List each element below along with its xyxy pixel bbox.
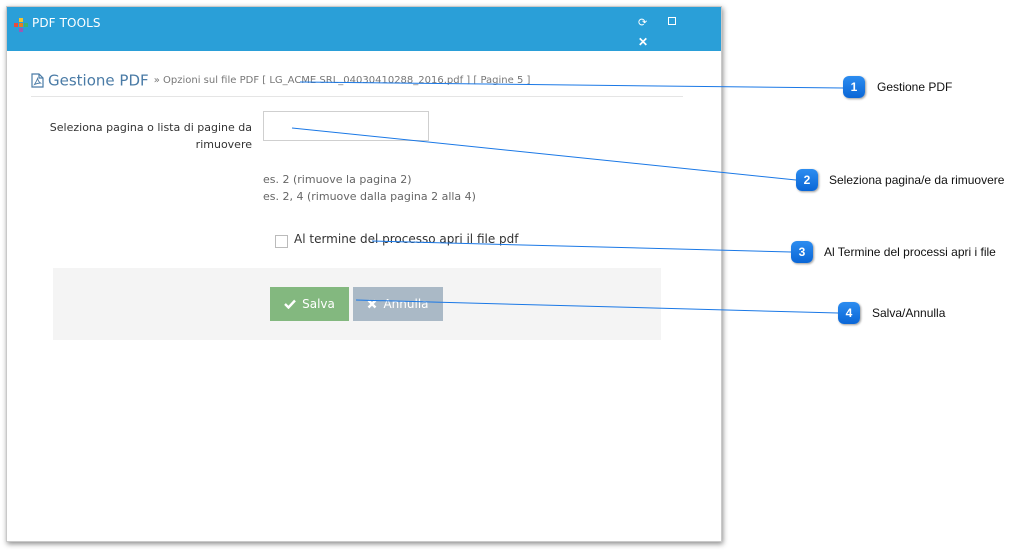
close-icon[interactable]: ✕ xyxy=(638,36,648,48)
maximize-icon[interactable] xyxy=(668,17,676,25)
pages-help-text: es. 2 (rimuove la pagina 2) es. 2, 4 (ri… xyxy=(263,171,476,205)
x-icon xyxy=(368,299,377,309)
pages-field-label: Seleziona pagina o lista di pagine da ri… xyxy=(49,121,252,151)
save-button-label: Salva xyxy=(302,297,335,311)
help-example-2: es. 2, 4 (rimuove dalla pagina 2 alla 4) xyxy=(263,190,476,203)
cancel-button-label: Annulla xyxy=(383,297,429,311)
page-title: Gestione PDF xyxy=(48,71,149,90)
callout-badge-4: 4 xyxy=(838,302,860,324)
pdf-file-icon xyxy=(31,73,44,88)
callout-badge-3: 3 xyxy=(791,241,813,263)
open-file-checkbox-label[interactable]: Al termine del processo apri il file pdf xyxy=(294,232,519,246)
cancel-button[interactable]: Annulla xyxy=(353,287,443,321)
check-icon xyxy=(284,299,296,309)
file-info-breadcrumb: » Opzioni sul file PDF [ LG_ACME SRL_040… xyxy=(153,75,531,86)
callout-text-3: Al Termine del processi apri i file xyxy=(824,245,996,259)
help-example-1: es. 2 (rimuove la pagina 2) xyxy=(263,173,412,186)
heading-divider xyxy=(31,96,683,97)
form-footer: Salva Annulla xyxy=(53,268,661,340)
refresh-icon[interactable]: ⟳ xyxy=(638,17,647,29)
open-file-checkbox[interactable] xyxy=(275,235,288,248)
window-title: PDF TOOLS xyxy=(32,16,101,30)
pages-input[interactable] xyxy=(263,111,429,141)
save-button[interactable]: Salva xyxy=(270,287,349,321)
callout-text-1: Gestione PDF xyxy=(877,80,953,94)
app-logo-icon xyxy=(14,18,28,32)
callout-badge-1: 1 xyxy=(843,76,865,98)
callout-text-2: Seleziona pagina/e da rimuovere xyxy=(829,173,1005,187)
callout-badge-2: 2 xyxy=(796,169,818,191)
window-titlebar: PDF TOOLS ⟳ ✕ xyxy=(7,7,721,51)
page-heading: Gestione PDF » Opzioni sul file PDF [ LG… xyxy=(31,70,530,90)
pdf-tools-window: PDF TOOLS ⟳ ✕ Gestione PDF » Opzioni sul… xyxy=(6,6,722,542)
callout-text-4: Salva/Annulla xyxy=(872,306,946,320)
